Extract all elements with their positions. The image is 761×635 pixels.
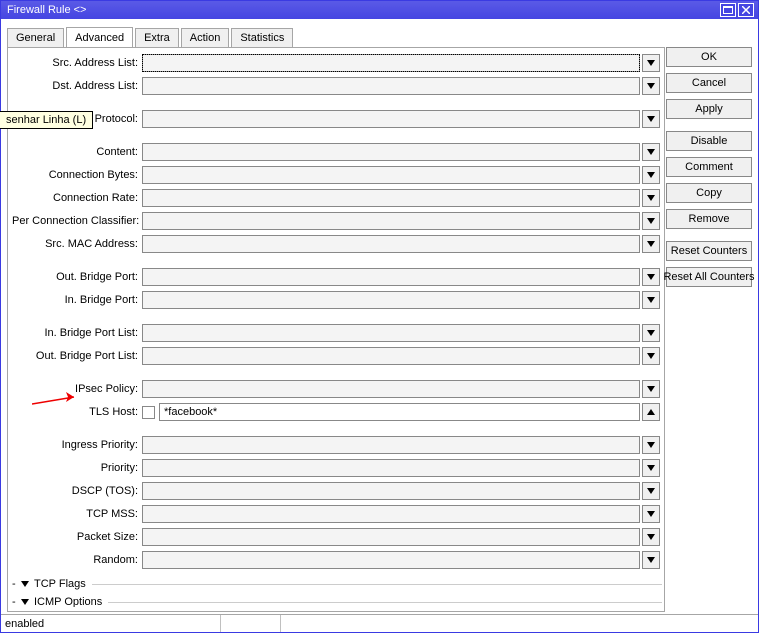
- expand-dscp[interactable]: [642, 482, 660, 500]
- expand-in-bridge-port-list[interactable]: [642, 324, 660, 342]
- expand-src-address-list[interactable]: [642, 54, 660, 72]
- tab-action[interactable]: Action: [181, 28, 230, 48]
- input-random[interactable]: [142, 551, 640, 569]
- titlebar[interactable]: Firewall Rule <>: [1, 1, 758, 19]
- expander-tcp-flags-label: TCP Flags: [32, 578, 86, 590]
- input-conn-rate[interactable]: [142, 189, 640, 207]
- label-src-address-list: Src. Address List:: [12, 57, 142, 69]
- maximize-button[interactable]: [720, 3, 736, 17]
- expand-src-mac[interactable]: [642, 235, 660, 253]
- ok-button[interactable]: OK: [666, 47, 752, 67]
- copy-button[interactable]: Copy: [666, 183, 752, 203]
- tooltip: senhar Linha (L): [0, 111, 93, 129]
- label-ingress-priority: Ingress Priority:: [12, 439, 142, 451]
- expand-dst-address-list[interactable]: [642, 77, 660, 95]
- input-ipsec-policy[interactable]: [142, 380, 640, 398]
- label-src-mac: Src. MAC Address:: [12, 238, 142, 250]
- input-per-conn-class[interactable]: [142, 212, 640, 230]
- expand-per-conn-class[interactable]: [642, 212, 660, 230]
- expander-icmp-options[interactable]: - ICMP Options: [12, 593, 662, 607]
- label-in-bridge-port: In. Bridge Port:: [12, 294, 142, 306]
- input-out-bridge-port[interactable]: [142, 268, 640, 286]
- input-layer7[interactable]: [142, 110, 640, 128]
- tab-extra[interactable]: Extra: [135, 28, 179, 48]
- window-title: Firewall Rule <>: [5, 4, 718, 16]
- input-packet-size[interactable]: [142, 528, 640, 546]
- label-conn-rate: Connection Rate:: [12, 192, 142, 204]
- panel-scroll[interactable]: Src. Address List: Dst. Address List: La…: [12, 52, 662, 607]
- expand-in-bridge-port[interactable]: [642, 291, 660, 309]
- close-button[interactable]: [738, 3, 754, 17]
- input-in-bridge-port-list[interactable]: [142, 324, 640, 342]
- status-cell-2: [221, 615, 281, 632]
- comment-button[interactable]: Comment: [666, 157, 752, 177]
- label-tls-host: TLS Host:: [12, 406, 142, 418]
- input-priority[interactable]: [142, 459, 640, 477]
- status-enabled: enabled: [1, 615, 221, 632]
- expand-ingress-priority[interactable]: [642, 436, 660, 454]
- label-conn-bytes: Connection Bytes:: [12, 169, 142, 181]
- label-per-conn-class: Per Connection Classifier:: [12, 215, 142, 227]
- expander-tcp-flags[interactable]: - TCP Flags: [12, 575, 662, 593]
- input-tcp-mss[interactable]: [142, 505, 640, 523]
- expand-tcp-mss[interactable]: [642, 505, 660, 523]
- disable-button[interactable]: Disable: [666, 131, 752, 151]
- expand-conn-rate[interactable]: [642, 189, 660, 207]
- label-tcp-mss: TCP MSS:: [12, 508, 142, 520]
- reset-counters-button[interactable]: Reset Counters: [666, 241, 752, 261]
- expand-conn-bytes[interactable]: [642, 166, 660, 184]
- input-ingress-priority[interactable]: [142, 436, 640, 454]
- expand-out-bridge-port-list[interactable]: [642, 347, 660, 365]
- expand-priority[interactable]: [642, 459, 660, 477]
- input-in-bridge-port[interactable]: [142, 291, 640, 309]
- label-ipsec-policy: IPsec Policy:: [12, 383, 142, 395]
- tab-advanced[interactable]: Advanced: [66, 27, 133, 47]
- label-out-bridge-port: Out. Bridge Port:: [12, 271, 142, 283]
- status-cell-3: [281, 615, 758, 632]
- collapse-tls-host[interactable]: [642, 403, 660, 421]
- tab-general[interactable]: General: [7, 28, 64, 48]
- expand-packet-size[interactable]: [642, 528, 660, 546]
- label-dscp: DSCP (TOS):: [12, 485, 142, 497]
- checkbox-tls-host-negate[interactable]: [142, 406, 155, 419]
- input-conn-bytes[interactable]: [142, 166, 640, 184]
- input-tls-host[interactable]: *facebook*: [159, 403, 640, 421]
- input-out-bridge-port-list[interactable]: [142, 347, 640, 365]
- advanced-panel: Src. Address List: Dst. Address List: La…: [7, 47, 665, 612]
- expand-ipsec-policy[interactable]: [642, 380, 660, 398]
- expand-layer7[interactable]: [642, 110, 660, 128]
- input-src-address-list[interactable]: [142, 54, 640, 72]
- label-in-bridge-port-list: In. Bridge Port List:: [12, 327, 142, 339]
- label-content: Content:: [12, 146, 142, 158]
- remove-button[interactable]: Remove: [666, 209, 752, 229]
- expander-icmp-options-label: ICMP Options: [32, 596, 102, 607]
- tab-statistics[interactable]: Statistics: [231, 28, 293, 48]
- input-dst-address-list[interactable]: [142, 77, 640, 95]
- label-out-bridge-port-list: Out. Bridge Port List:: [12, 350, 142, 362]
- cancel-button[interactable]: Cancel: [666, 73, 752, 93]
- label-packet-size: Packet Size:: [12, 531, 142, 543]
- apply-button[interactable]: Apply: [666, 99, 752, 119]
- input-src-mac[interactable]: [142, 235, 640, 253]
- expand-random[interactable]: [642, 551, 660, 569]
- label-random: Random:: [12, 554, 142, 566]
- input-dscp[interactable]: [142, 482, 640, 500]
- status-bar: enabled: [1, 614, 758, 632]
- expand-out-bridge-port[interactable]: [642, 268, 660, 286]
- expand-content[interactable]: [642, 143, 660, 161]
- input-content[interactable]: [142, 143, 640, 161]
- label-priority: Priority:: [12, 462, 142, 474]
- label-dst-address-list: Dst. Address List:: [12, 80, 142, 92]
